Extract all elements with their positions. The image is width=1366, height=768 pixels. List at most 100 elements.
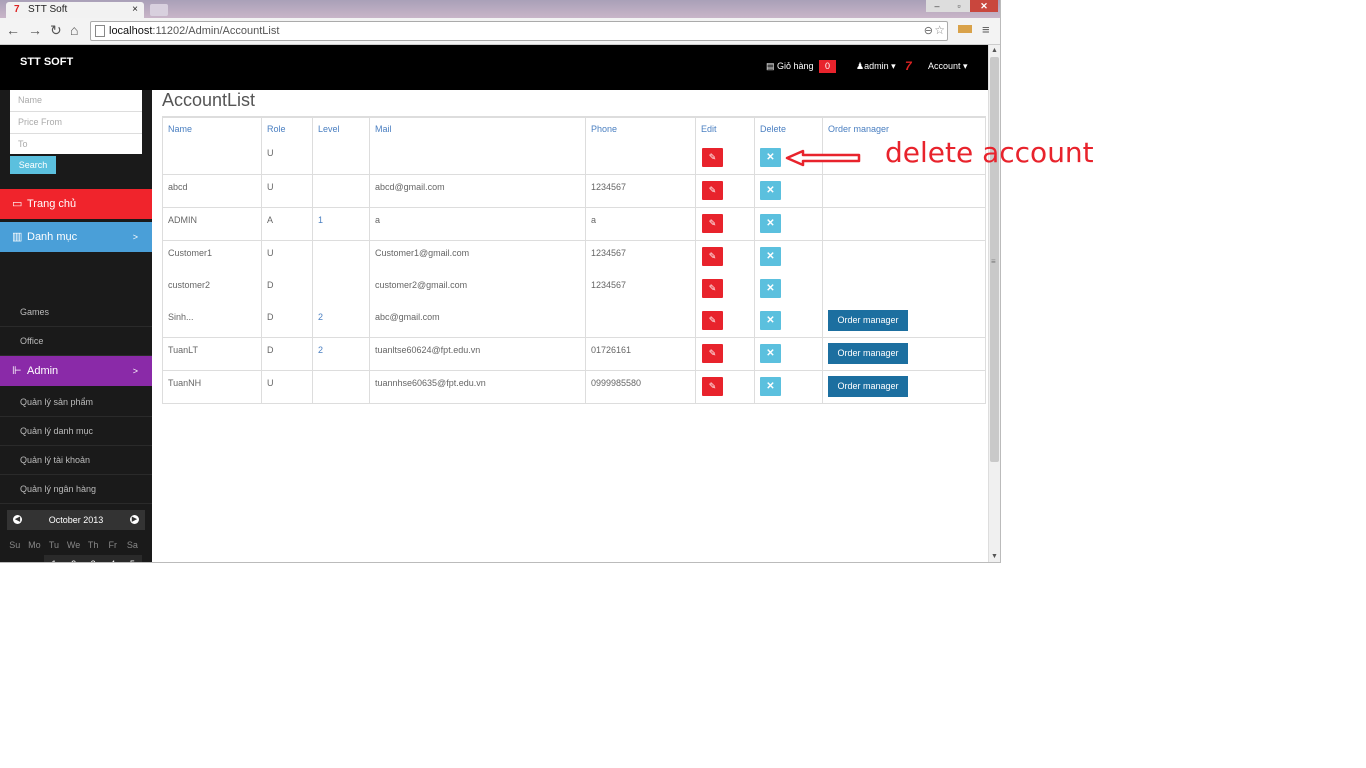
delete-button[interactable]: ✕ — [760, 377, 781, 396]
cell-mail: Customer1@gmail.com — [369, 240, 586, 273]
account-menu[interactable]: Account ▾ — [928, 61, 968, 72]
calendar-day[interactable]: 2 — [63, 555, 84, 562]
new-tab-button[interactable] — [150, 4, 168, 16]
cell-role: A — [261, 207, 313, 241]
edit-button[interactable]: ✎ — [702, 148, 723, 167]
edit-button[interactable]: ✎ — [702, 311, 723, 330]
menu-icon[interactable]: ≡ — [982, 22, 990, 38]
cell-phone: 01726161 — [585, 337, 696, 371]
edit-button[interactable]: ✎ — [702, 344, 723, 363]
cell-order-manager — [822, 273, 986, 305]
forward-arrow-icon[interactable]: → — [28, 22, 42, 38]
bookmark-star-icon[interactable]: ☆ — [934, 23, 945, 37]
calendar-next-icon[interactable]: ▶ — [130, 515, 139, 524]
cell-order-manager — [822, 207, 986, 241]
window-maximize-button[interactable]: ▫ — [948, 0, 970, 12]
cart-link[interactable]: ▤ Giỏ hàng — [766, 61, 814, 72]
delete-button[interactable]: ✕ — [760, 279, 781, 298]
delete-button[interactable]: ✕ — [760, 247, 781, 266]
window-minimize-button[interactable]: – — [926, 0, 948, 12]
sidebar-item-manage-products[interactable]: Quản lý sản phẩm — [0, 388, 152, 417]
sidebar-item-manage-accounts[interactable]: Quản lý tài khoản — [0, 446, 152, 475]
table-row: TuanLT D 2 tuanltse60624@fpt.edu.vn 01726161… — [162, 337, 986, 371]
cell-role: U — [261, 370, 313, 404]
cell-name: TuanLT — [162, 337, 262, 371]
cell-role: D — [261, 273, 313, 305]
order-manager-button[interactable]: Order manager — [828, 376, 908, 397]
calendar-day — [5, 555, 25, 562]
cell-name-text: customer2 — [168, 280, 211, 290]
calendar-weekday: Mo — [28, 540, 41, 550]
cell-level: 2 — [312, 337, 370, 371]
cell-mail-text: a — [375, 215, 381, 225]
delete-button[interactable]: ✕ — [760, 214, 781, 233]
cell-name-text: abcd — [168, 182, 188, 192]
price-from-input[interactable]: Price From — [10, 112, 142, 134]
search-button[interactable]: Search — [10, 156, 56, 174]
calendar-day[interactable]: 3 — [83, 555, 103, 562]
sidebar-item-home[interactable]: ▭ Trang chủ — [0, 189, 152, 219]
sidebar-item-category[interactable]: ▥ Danh mục > — [0, 222, 152, 252]
cell-name-text: Customer1 — [168, 248, 213, 258]
edit-button[interactable]: ✎ — [702, 247, 723, 266]
cell-order-manager: Order manager — [822, 337, 986, 371]
cell-role: U — [261, 174, 313, 208]
tab-strip: 7 STT Soft × – ▫ ✕ — [0, 0, 1000, 18]
cart-icon: ▤ — [766, 61, 775, 71]
address-bar[interactable]: localhost:11202/Admin/AccountList ⊖ ☆ — [90, 21, 948, 41]
zoom-icon[interactable]: ⊖ — [924, 24, 933, 37]
cell-edit: ✎ — [695, 240, 755, 273]
cell-phone: a — [585, 207, 696, 241]
cell-role-text: U — [267, 248, 274, 258]
cell-role-text: U — [267, 148, 274, 158]
sidebar-item-games[interactable]: Games — [0, 298, 152, 327]
cell-mail: customer2@gmail.com — [369, 273, 586, 305]
sidebar-item-office[interactable]: Office — [0, 327, 152, 356]
back-arrow-icon[interactable]: ← — [6, 22, 20, 38]
extension-icon[interactable] — [958, 25, 972, 33]
tab-close-icon[interactable]: × — [132, 2, 138, 18]
name-input[interactable]: Name — [10, 90, 142, 112]
sidebar-category-label: Danh mục — [27, 231, 78, 243]
cell-delete: ✕ — [754, 337, 823, 371]
sidebar-item-admin[interactable]: ⊩ Admin > — [0, 356, 152, 386]
site-brand[interactable]: STT SOFT — [20, 56, 73, 68]
delete-button[interactable]: ✕ — [760, 181, 781, 200]
browser-tab[interactable]: 7 STT Soft × — [6, 2, 144, 18]
calendar-day[interactable]: 5 — [122, 555, 143, 562]
monitor-icon: ▭ — [12, 198, 23, 210]
window-close-button[interactable]: ✕ — [970, 0, 998, 12]
cell-order-manager: Order manager — [822, 305, 986, 338]
calendar-day[interactable]: 4 — [103, 555, 123, 562]
cell-role: D — [261, 337, 313, 371]
scroll-up-icon[interactable]: ▲ — [991, 47, 998, 54]
cell-delete: ✕ — [754, 174, 823, 208]
edit-button[interactable]: ✎ — [702, 279, 723, 298]
scroll-down-icon[interactable]: ▼ — [991, 553, 998, 560]
cell-name: Customer1 — [162, 240, 262, 273]
order-manager-button[interactable]: Order manager — [828, 310, 908, 331]
reload-icon[interactable]: ↻ — [50, 22, 62, 38]
edit-button[interactable]: ✎ — [702, 181, 723, 200]
calendar-weekday: Su — [9, 540, 21, 550]
calendar-day[interactable]: 1 — [44, 555, 64, 562]
home-icon[interactable]: ⌂ — [70, 22, 78, 38]
table-row: customer2 Dcustomer2@gmail.com 1234567 ✎ ✕ — [162, 273, 986, 305]
edit-button[interactable]: ✎ — [702, 377, 723, 396]
cell-name-text: TuanLT — [168, 345, 199, 355]
user-menu[interactable]: ♟admin ▾ — [856, 61, 896, 72]
delete-button[interactable]: ✕ — [760, 148, 781, 167]
calendar-prev-icon[interactable]: ◀ — [13, 515, 22, 524]
sidebar-item-manage-categories[interactable]: Quản lý danh mục — [0, 417, 152, 446]
price-to-input[interactable]: To — [10, 134, 142, 155]
edit-button[interactable]: ✎ — [702, 214, 723, 233]
sidebar-item-manage-banks[interactable]: Quản lý ngân hàng — [0, 475, 152, 504]
delete-button[interactable]: ✕ — [760, 344, 781, 363]
order-manager-button[interactable]: Order manager — [828, 343, 908, 364]
cell-mail: a — [369, 207, 586, 241]
cell-role-text: D — [267, 345, 274, 355]
vertical-scrollbar[interactable]: ▲ ≡ ▼ — [988, 45, 1000, 562]
delete-button[interactable]: ✕ — [760, 311, 781, 330]
cell-edit: ✎ — [695, 273, 755, 305]
calendar-weekday: Th — [87, 540, 99, 550]
